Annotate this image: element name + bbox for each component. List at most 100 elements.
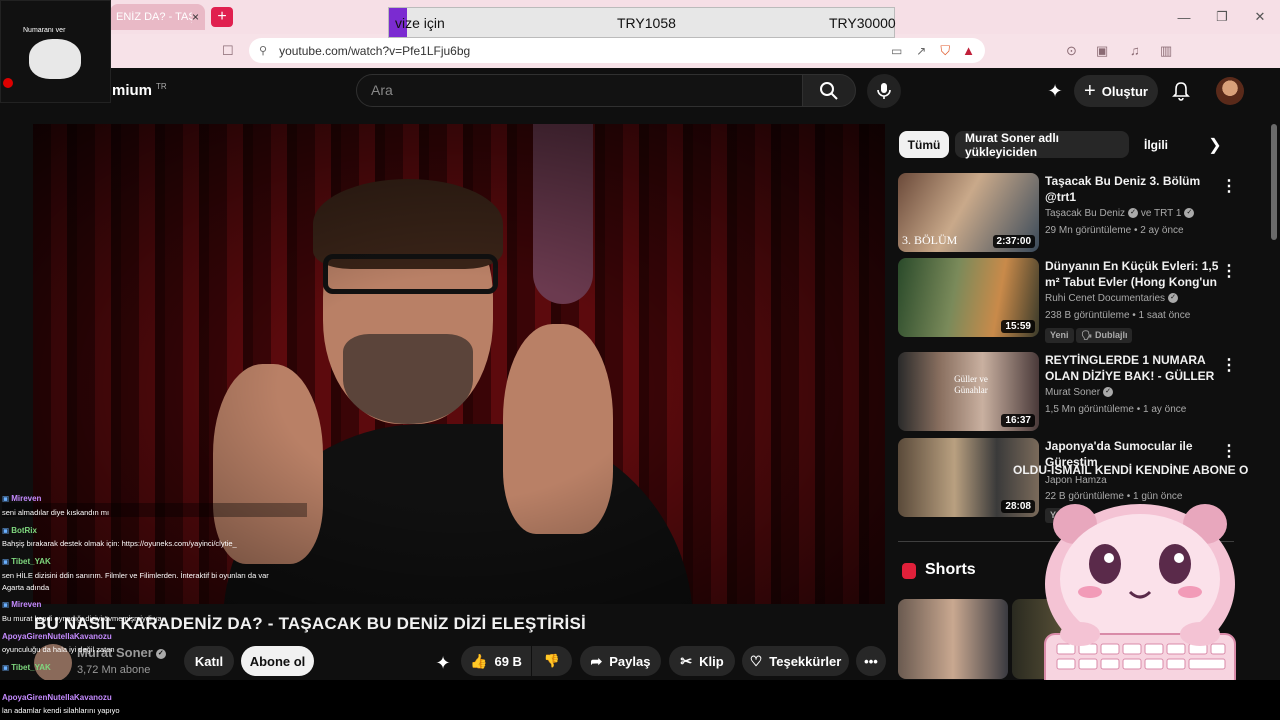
close-window-icon[interactable]: ✕ [1240,0,1280,34]
cast-icon[interactable]: ▭ [891,44,902,58]
chat-user: Tibet_YAK [11,663,51,672]
search-button[interactable] [802,74,856,107]
plus-icon: + [1084,79,1096,102]
bookmark-icon[interactable]: ☐ [222,43,234,59]
recommendation-item[interactable]: 15:59 Dünyanın En Küçük Evleri: 1,5 m² T… [898,258,1238,348]
tab-close-icon[interactable]: × [192,10,199,24]
chip-all[interactable]: Tümü [899,131,949,158]
channel-text: Taşacak Bu Deniz [1045,208,1126,219]
create-label: Oluştur [1101,83,1148,99]
share-button[interactable]: ➦ Paylaş [580,646,661,676]
restore-icon[interactable]: ❐ [1202,0,1242,34]
chat-user: Tibet_YAK [11,557,51,566]
new-tab-button[interactable]: + [211,7,233,27]
scrollbar[interactable] [1268,114,1280,680]
chat-username: ▣ Mireven [2,494,42,503]
video-thumbnail[interactable]: 28:08 [898,438,1039,517]
recommendation-title[interactable]: REYTİNGLERDE 1 NUMARA OLAN DİZİYE BAK! -… [1045,352,1221,384]
chat-username: ▣ BotRix [2,526,37,535]
share-arrow-icon: ➦ [590,652,603,669]
scissors-icon: ✂ [680,652,693,669]
browser-tab[interactable]: ENİZ DA? - TAŞ × [110,4,205,30]
stream-ticker: OLDU-İSMAİL KENDİ KENDİNE ABONE O [1013,463,1249,477]
premium-icon[interactable]: ✦ [1042,78,1068,104]
clip-button[interactable]: ✂ Klip [669,646,735,676]
price-label: vize için [395,15,445,31]
recommendation-meta: 1,5 Mn görüntüleme • 1 ay önce [1045,404,1187,415]
webcam-dog-image [29,39,81,79]
scrollbar-thumb[interactable] [1271,124,1277,240]
recommendation-item[interactable]: Güller ve Günahlar 16:37 REYTİNGLERDE 1 … [898,352,1238,434]
subscribe-button[interactable]: Abone ol [241,646,314,676]
thanks-button[interactable]: ♡ Teşekkürler [742,646,849,676]
more-options-icon[interactable]: ⋮ [1221,176,1237,196]
chat-username: ApoyaGirenNutellaKavanozu [2,632,112,641]
verified-icon: ✓ [1168,293,1179,304]
video-thumbnail[interactable]: Güller ve Günahlar 16:37 [898,352,1039,431]
chip-uploader[interactable]: Murat Soner adlı yükleyiciden [955,131,1129,159]
chat-message: Bahşiş bırakarak destek olmak için: http… [2,539,237,548]
recommendation-channel[interactable]: Taşacak Bu Deniz ✓ ve TRT 1 ✓ [1045,208,1195,219]
recommendation-item[interactable]: 3. BÖLÜM 2:37:00 Taşacak Bu Deniz 3. Böl… [898,173,1238,258]
account-avatar[interactable] [1216,77,1244,105]
video-vignette [33,124,885,604]
short-thumbnail[interactable] [898,599,1008,679]
video-thumbnail[interactable]: 15:59 [898,258,1039,337]
verified-icon: ✓ [1184,208,1195,219]
notifications-bell-icon[interactable] [1168,78,1194,104]
channel-text: Murat Soner [1045,387,1101,398]
video-player[interactable] [33,124,885,604]
logo-country: TR [156,82,167,91]
premium-sparkle-icon[interactable]: ✦ [430,650,456,676]
badge-new: Yeni [1045,328,1074,343]
chat-user: BotRix [11,526,37,535]
rewards-icon[interactable]: ▲ [962,43,975,58]
extension-icon-2[interactable]: ▣ [1096,43,1108,59]
chevron-right-icon[interactable]: ❯ [1202,132,1228,158]
search-icon [820,81,838,100]
verified-icon: ✓ [155,648,166,659]
webcam-overlay: Numaranı ver [0,0,111,103]
recommendation-title[interactable]: Dünyanın En Küçük Evleri: 1,5 m² Tabut E… [1045,258,1221,290]
extension-icon[interactable]: ⊙ [1066,43,1077,59]
music-icon[interactable]: ♫ [1130,43,1140,58]
bottom-bar [0,680,1280,720]
shorts-icon [902,563,916,579]
chat-user: Mireven [11,494,42,503]
create-button[interactable]: + Oluştur [1074,75,1158,107]
more-options-icon[interactable]: ⋮ [1221,355,1237,375]
share-icon[interactable]: ↗ [916,44,926,58]
youtube-logo[interactable]: mium TR [112,82,167,99]
recommendation-channel[interactable]: Murat Soner ✓ [1045,387,1114,398]
video-thumbnail[interactable]: 3. BÖLÜM 2:37:00 [898,173,1039,252]
sidebar-icon[interactable]: ▥ [1160,43,1172,59]
channel-text: Ruhi Cenet Documentaries [1045,293,1166,304]
dubbed-icon: 🗣 [1081,330,1093,340]
dislike-button[interactable]: 👎 [532,646,572,676]
voice-search-button[interactable] [867,74,901,108]
thumbnail-caption: Güller ve Günahlar [954,374,988,395]
price-value-2: TRY30000 [829,15,896,31]
url-field[interactable]: ⚲ youtube.com/watch?v=Pfe1LFju6bg ▭ ↗ ⛉ … [249,38,985,63]
logo-text: mium [112,82,153,99]
chat-user: ApoyaGirenNutellaKavanozu [2,693,112,702]
recommendation-channel[interactable]: Ruhi Cenet Documentaries ✓ [1045,293,1179,304]
video-duration: 28:08 [1001,500,1035,513]
like-button[interactable]: 👍 69 B [461,646,531,676]
verified-icon: ✓ [1103,387,1114,398]
more-options-icon[interactable]: ⋮ [1221,441,1237,461]
more-actions-button[interactable]: ••• [856,646,886,676]
minimize-icon[interactable]: — [1164,0,1204,34]
price-banner: vize için TRY1058 TRY30000 [388,7,896,38]
vtuber-mascot [1044,504,1236,690]
badge-dubbed: 🗣 Dublajlı [1076,328,1133,343]
site-info-icon[interactable]: ⚲ [259,44,267,57]
more-options-icon[interactable]: ⋮ [1221,261,1237,281]
join-button[interactable]: Katıl [184,646,234,676]
video-duration: 2:37:00 [992,235,1035,248]
brave-shield-icon[interactable]: ⛉ [940,43,950,59]
subscriber-count: 3,72 Mn abone [77,664,151,676]
recommendation-title[interactable]: Taşacak Bu Deniz 3. Bölüm @trt1 [1045,173,1221,205]
search-input[interactable]: Ara [356,74,803,107]
chip-related[interactable]: İlgili [1135,131,1177,158]
